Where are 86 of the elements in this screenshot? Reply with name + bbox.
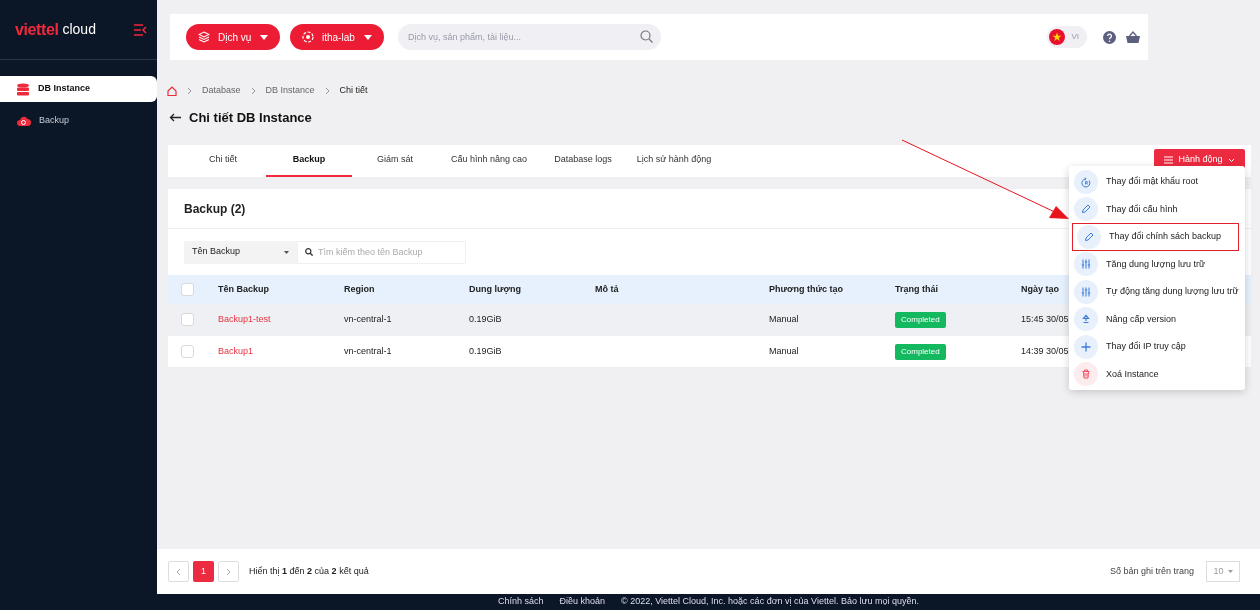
dropdown-button[interactable]: itha-lab xyxy=(290,24,384,50)
layers-icon xyxy=(198,31,210,43)
search-field[interactable]: Tìm kiếm theo tên Backup xyxy=(297,240,466,264)
brand-name: viettel xyxy=(15,19,59,40)
chevron-right-icon xyxy=(187,86,192,95)
help-icon[interactable] xyxy=(1103,30,1116,44)
reset-icon xyxy=(1074,169,1098,194)
sliders-icon xyxy=(1074,252,1098,277)
column-header: Phương thức tạo xyxy=(769,282,843,296)
tab[interactable]: Database logs xyxy=(540,145,626,177)
chevron-left-icon xyxy=(176,567,181,576)
menu-item[interactable]: Thay đổi cấu hình xyxy=(1069,195,1245,223)
basket-icon[interactable] xyxy=(1126,31,1140,43)
caret-icon xyxy=(364,34,372,40)
breadcrumb-item: Chi tiết xyxy=(339,84,368,97)
table-cell-text: Manual xyxy=(769,312,799,326)
search-icon xyxy=(305,247,313,256)
table-cell-text: vn-central-1 xyxy=(344,344,392,358)
target-icon xyxy=(302,31,314,43)
column-header: Mô tả xyxy=(595,282,619,296)
sidebar-item[interactable]: Backup xyxy=(0,108,157,134)
table-cell-text: 14:39 30/05 xyxy=(1021,344,1069,358)
copyright-text: © 2022, Viettel Cloud, Inc. hoặc các đơn vị của Viettel. Bảo lưu mọi quyền. xyxy=(621,595,919,609)
caret-icon xyxy=(260,34,268,40)
page-button[interactable]: 1 xyxy=(193,561,214,582)
home-icon[interactable] xyxy=(167,85,177,96)
menu-icon xyxy=(1164,156,1174,164)
status-badge: Completed xyxy=(895,311,946,328)
caret-icon xyxy=(284,250,289,254)
sidebar-item[interactable]: DB Instance xyxy=(0,76,157,102)
table-cell-text: 0.19GiB xyxy=(469,344,502,358)
page-title: Chi tiết DB Instance xyxy=(189,108,312,127)
menu-item[interactable]: Thay đổi IP truy cập xyxy=(1069,333,1245,361)
caret-icon xyxy=(1227,570,1233,573)
back-arrow-icon[interactable] xyxy=(169,112,181,122)
table-cell-text: vn-central-1 xyxy=(344,312,392,326)
menu-item[interactable]: Thay đổi mật khẩu root xyxy=(1069,168,1245,196)
checkbox[interactable] xyxy=(181,313,194,326)
footer-link[interactable]: Chính sách xyxy=(498,595,544,609)
tab[interactable]: Backup xyxy=(266,145,352,177)
tab[interactable]: Giám sát xyxy=(352,145,438,177)
search-field[interactable]: Dịch vụ, sản phẩm, tài liệu... xyxy=(398,24,661,50)
result-summary: Hiển thị 1 đến 2 của 2 kết quả xyxy=(249,564,369,578)
table-cell-text: Manual xyxy=(769,344,799,358)
breadcrumb-item[interactable]: Database xyxy=(202,84,241,98)
chevron-down-icon xyxy=(1227,157,1235,163)
page-size-label: Số bản ghi trên trang xyxy=(1109,564,1194,578)
footer-link[interactable]: Điều khoản xyxy=(559,595,606,609)
brand-suffix: cloud xyxy=(62,20,96,39)
pencil-icon xyxy=(1077,224,1101,249)
cloud-icon xyxy=(16,115,31,127)
chevron-right-icon xyxy=(250,86,256,95)
chevron-right-icon xyxy=(324,86,330,95)
backup-link[interactable]: Backup1 xyxy=(218,344,254,359)
table-cell-text: 0.19GiB xyxy=(469,312,502,326)
sliders-icon xyxy=(1074,279,1098,304)
flag-icon xyxy=(1049,29,1066,45)
menu-item[interactable]: Thay đổi chính sách backup xyxy=(1072,223,1239,251)
search-icon xyxy=(640,30,653,43)
column-header: Trạng thái xyxy=(895,282,938,296)
breadcrumb-item[interactable]: DB Instance xyxy=(265,84,315,98)
menu-item[interactable]: Nâng cấp version xyxy=(1069,305,1245,333)
collapse-menu-icon[interactable] xyxy=(133,23,147,36)
upload-icon xyxy=(1074,307,1098,332)
tab[interactable]: Chi tiết xyxy=(180,145,266,177)
database-icon xyxy=(16,82,30,96)
column-header: Tên Backup xyxy=(218,282,269,296)
tab[interactable]: Lịch sử hành động xyxy=(626,145,722,177)
checkbox[interactable] xyxy=(181,283,194,296)
dropdown-button[interactable]: Dịch vụ xyxy=(186,24,280,50)
table-cell-text: 15:45 30/05 xyxy=(1021,312,1069,326)
tab[interactable]: Cấu hình nâng cao xyxy=(438,145,540,177)
card-title: Backup (2) xyxy=(184,200,246,218)
checkbox[interactable] xyxy=(181,345,194,358)
column-header: Region xyxy=(344,282,375,296)
menu-item[interactable]: Tăng dung lượng lưu trữ xyxy=(1069,250,1245,278)
backup-link[interactable]: Backup1-test xyxy=(218,312,271,327)
chevron-right-icon xyxy=(226,567,231,576)
column-header: Dung lượng xyxy=(469,282,521,296)
filter-select[interactable]: Tên Backup xyxy=(184,240,297,264)
plus-icon xyxy=(1074,334,1098,359)
column-header: Ngày tạo xyxy=(1021,282,1059,296)
trash-icon xyxy=(1074,362,1098,387)
pencil-icon xyxy=(1074,197,1098,222)
status-badge: Completed xyxy=(895,343,946,360)
menu-item[interactable]: Tự động tăng dung lượng lưu trữ xyxy=(1069,278,1245,306)
